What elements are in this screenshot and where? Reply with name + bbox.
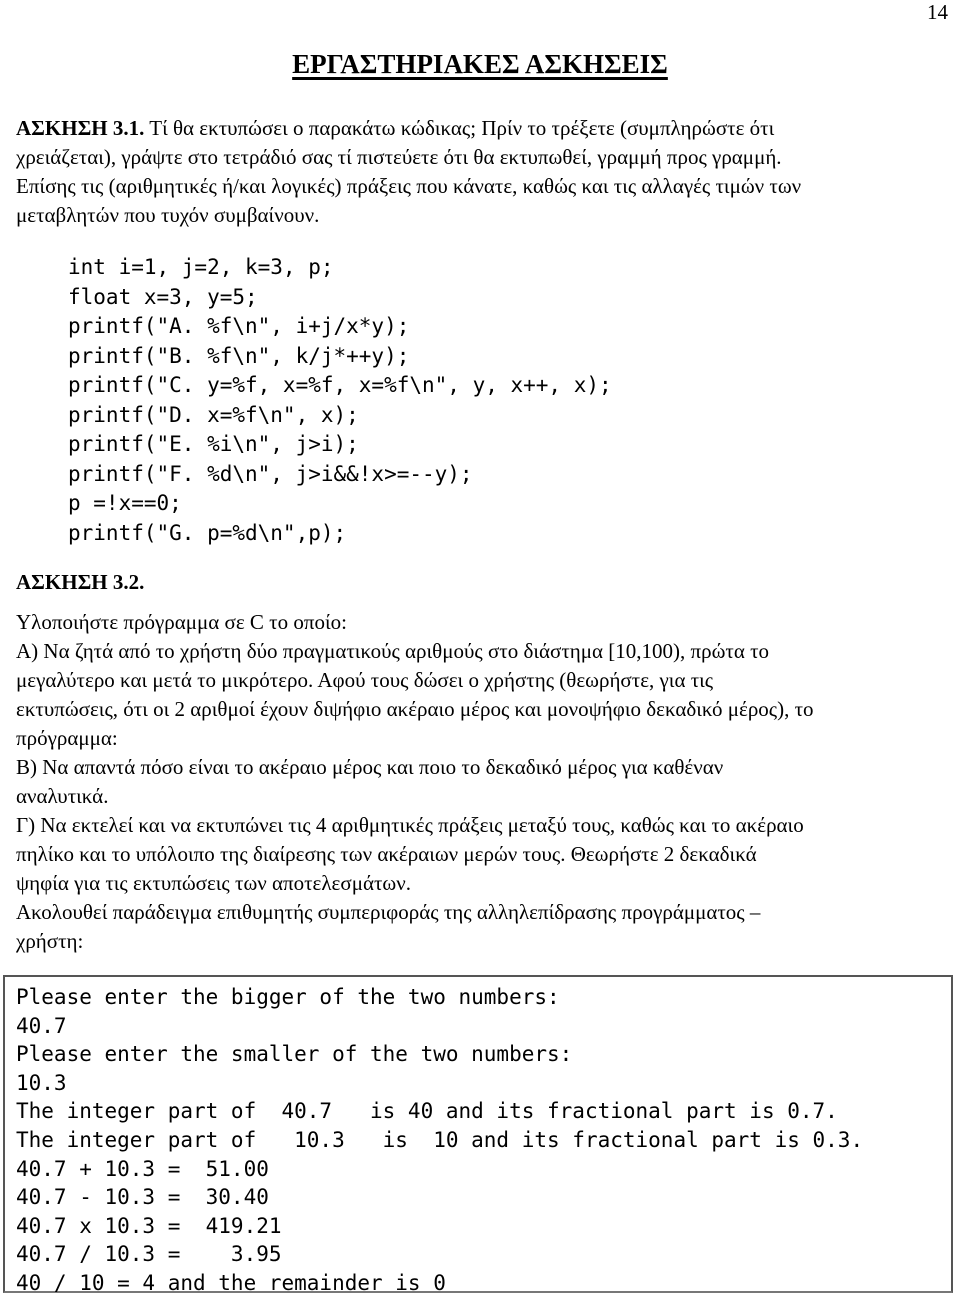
sample-output-box: Please enter the bigger of the two numbe…	[3, 975, 953, 1295]
output-line: Please enter the bigger of the two numbe…	[16, 985, 560, 1009]
body-line: πρόγραμμα:	[16, 726, 118, 750]
body-line: Υλοποιήστε πρόγραμμα σε C το οποίο:	[16, 610, 347, 634]
output-line: 10.3	[16, 1070, 67, 1095]
body-line: εκτυπώσεις, ότι οι 2 αριθμοί έχουν διψήφ…	[16, 697, 814, 721]
output-line: 40.7 + 10.3 = 51.00	[16, 1156, 269, 1181]
output-line: 40.7 / 10.3 = 3.95	[16, 1242, 282, 1267]
output-line: 40.7	[16, 1013, 67, 1038]
code-line: printf("B. %f\n", k/j*++y);	[68, 343, 410, 368]
code-line: printf("A. %f\n", i+j/x*y);	[68, 314, 410, 338]
code-line: printf("C. y=%f, x=%f, x=%f\n", y, x++, …	[68, 373, 612, 397]
instruction-line: χρειάζεται), γράψτε στο τετράδιό σας τί …	[16, 145, 782, 169]
body-line: Α) Να ζητά από το χρήστη δύο πραγματικού…	[16, 639, 770, 663]
exercise-2-body: Υλοποιήστε πρόγραμμα σε C το οποίο: Α) Να…	[16, 608, 946, 956]
code-line: printf("D. x=%f\n", x);	[68, 402, 359, 427]
output-line: 40.7 x 10.3 = 419.21	[16, 1213, 282, 1238]
instruction-line: Τί θα εκτυπώσει ο παρακάτω κώδικας; Πρίν…	[149, 116, 775, 140]
instruction-line: μεταβλητών που τυχόν συμβαίνουν.	[16, 203, 320, 227]
output-line: 40 / 10 = 4 and the remainder is 0	[16, 1270, 446, 1295]
body-line: χρήστη:	[16, 929, 84, 953]
exercise-2-heading: ΑΣΚΗΣΗ 3.2.	[16, 570, 145, 594]
code-line: p =!x==0;	[68, 491, 182, 515]
exercise-1-instructions: ΑΣΚΗΣΗ 3.1. Τί θα εκτυπώσει ο παρακάτω κ…	[16, 114, 946, 230]
exercise-1-heading: ΑΣΚΗΣΗ 3.1.	[16, 116, 145, 140]
output-line: Please enter the smaller of the two numb…	[16, 1042, 573, 1067]
output-line: 40.7 - 10.3 = 30.40	[16, 1185, 269, 1210]
code-line: printf("E. %i\n", j>i);	[68, 432, 359, 456]
body-line: Ακολουθεί παράδειγμα επιθυμητής συμπεριφ…	[16, 900, 761, 924]
page-number: 14	[927, 0, 948, 24]
code-line: printf("F. %d\n", j>i&&!x>=--y);	[68, 461, 473, 486]
body-line: ψηφία για τις εκτυπώσεις των αποτελεσμάτ…	[16, 871, 411, 895]
page-title-text: ΕΡΓΑΣΤΗΡΙΑΚΕΣ ΑΣΚΗΣΕΙΣ	[292, 49, 668, 79]
body-line: μεγαλύτερο και μετά το μικρότερο. Αφού τ…	[16, 668, 714, 692]
sample-output: Please enter the bigger of the two numbe…	[16, 983, 951, 1298]
code-line: float x=3, y=5;	[68, 284, 258, 309]
code-line: int i=1, j=2, k=3, p;	[68, 255, 334, 279]
code-line: printf("G. p=%d\n",p);	[68, 520, 347, 545]
page-title: ΕΡΓΑΣΤΗΡΙΑΚΕΣ ΑΣΚΗΣΕΙΣ	[0, 46, 960, 82]
body-line: Γ) Να εκτελεί και να εκτυπώνει τις 4 αρι…	[16, 813, 804, 837]
output-line: The integer part of 40.7 is 40 and its f…	[16, 1099, 838, 1124]
instruction-line: Επίσης τις (αριθμητικές ή/και λογικές) π…	[16, 174, 802, 198]
body-line: αναλυτικά.	[16, 784, 109, 808]
code-listing: int i=1, j=2, k=3, p; float x=3, y=5; pr…	[68, 253, 612, 548]
body-line: Β) Να απαντά πόσο είναι το ακέραιο μέρος…	[16, 755, 724, 779]
body-line: πηλίκο και το υπόλοιπο της διαίρεσης των…	[16, 842, 757, 866]
output-line: The integer part of 10.3 is 10 and its f…	[16, 1127, 864, 1152]
